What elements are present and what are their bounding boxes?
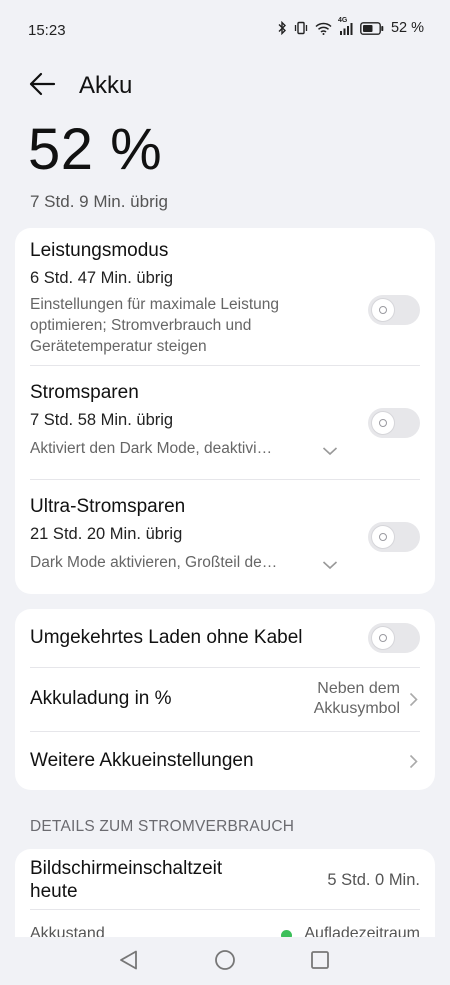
nav-back-icon[interactable] [118,949,140,971]
performance-mode-toggle[interactable] [368,295,420,325]
ultra-power-saving-toggle[interactable] [368,522,420,552]
performance-mode-row[interactable]: Leistungsmodus 6 Std. 47 Min. übrig Eins… [30,240,420,368]
status-icons: 4G 52 % [278,17,424,36]
status-battery-percent: 52 % [390,20,424,36]
nav-recents-icon[interactable] [310,949,330,971]
battery-percentage-value-line2: Akkusymbol [313,700,400,717]
toggle-knob [372,299,394,321]
reverse-charging-toggle[interactable] [368,623,420,653]
performance-mode-desc-line2: optimieren; Stromverbrauch und [30,317,252,334]
divider [30,479,420,480]
bluetooth-icon [278,21,287,35]
performance-mode-desc-line1: Einstellungen für maximale Leistung [30,296,279,313]
divider [30,365,420,366]
screen-time-value: 5 Std. 0 Min. [327,871,420,889]
wifi-icon [315,22,332,35]
battery-percentage-row[interactable]: Akkuladung in % Neben dem Akkusymbol [30,668,420,730]
vibrate-icon [294,21,308,35]
ultra-power-saving-remaining: 21 Std. 20 Min. übrig [30,525,183,543]
battery-remaining-time: 7 Std. 9 Min. übrig [30,192,168,211]
page-title: Akku [79,72,133,99]
ultra-power-saving-desc: Dark Mode aktivieren, Großteil de… [30,554,278,571]
performance-mode-desc-line3: Gerätetemperatur steigen [30,338,207,355]
power-modes-card: Leistungsmodus 6 Std. 47 Min. übrig Eins… [15,228,435,594]
screen-time-label-line2: heute [30,881,78,902]
power-saving-row[interactable]: Stromsparen 7 Std. 58 Min. übrig Aktivie… [30,382,420,472]
screen-time-label-line1: Bildschirmeinschaltzeit [30,858,223,879]
toggle-knob [372,627,394,649]
divider [30,909,420,910]
battery-percentage-label: Akkuladung in % [30,688,172,709]
status-bar: 15:23 4G 52 % [0,0,450,60]
usage-section-header: DETAILS ZUM STROMVERBRAUCH [30,818,295,835]
back-button[interactable] [28,71,60,99]
arrow-left-icon [29,72,56,96]
ultra-power-saving-title: Ultra-Stromsparen [30,496,186,517]
toggle-knob [372,412,394,434]
power-saving-toggle[interactable] [368,408,420,438]
chevron-down-icon[interactable] [322,446,338,456]
power-saving-desc: Aktiviert den Dark Mode, deaktivi… [30,440,273,457]
performance-mode-remaining: 6 Std. 47 Min. übrig [30,269,174,287]
screen-time-label: Bildschirmeinschaltzeit heute [30,857,222,903]
ultra-power-saving-row[interactable]: Ultra-Stromsparen 21 Std. 20 Min. übrig … [30,496,420,586]
chevron-right-icon [409,754,418,769]
network-type: 4G [337,16,348,24]
battery-icon [360,21,384,35]
battery-settings-card: Umgekehrtes Laden ohne Kabel Akkuladung … [15,609,435,790]
nav-home-icon[interactable] [214,949,236,971]
reverse-charging-label: Umgekehrtes Laden ohne Kabel [30,627,303,648]
app-header: Akku [0,60,450,110]
battery-percentage-value: Neben dem Akkusymbol [314,679,400,719]
performance-mode-title: Leistungsmodus [30,240,169,261]
power-saving-remaining: 7 Std. 58 Min. übrig [30,411,174,429]
signal-icon: 4G [338,17,353,35]
battery-level: 52 % [28,117,163,182]
battery-percentage-value-line1: Neben dem [317,680,400,697]
chevron-down-icon[interactable] [322,560,338,570]
power-saving-title: Stromsparen [30,382,139,403]
system-navigation-bar [0,937,450,985]
more-battery-settings-label: Weitere Akkueinstellungen [30,750,254,771]
reverse-charging-row[interactable]: Umgekehrtes Laden ohne Kabel [30,609,420,667]
status-time: 15:23 [28,22,66,39]
more-battery-settings-row[interactable]: Weitere Akkueinstellungen [30,732,420,790]
toggle-knob [372,526,394,548]
screen-time-row: Bildschirmeinschaltzeit heute 5 Std. 0 M… [30,857,420,909]
chevron-right-icon [409,692,418,707]
